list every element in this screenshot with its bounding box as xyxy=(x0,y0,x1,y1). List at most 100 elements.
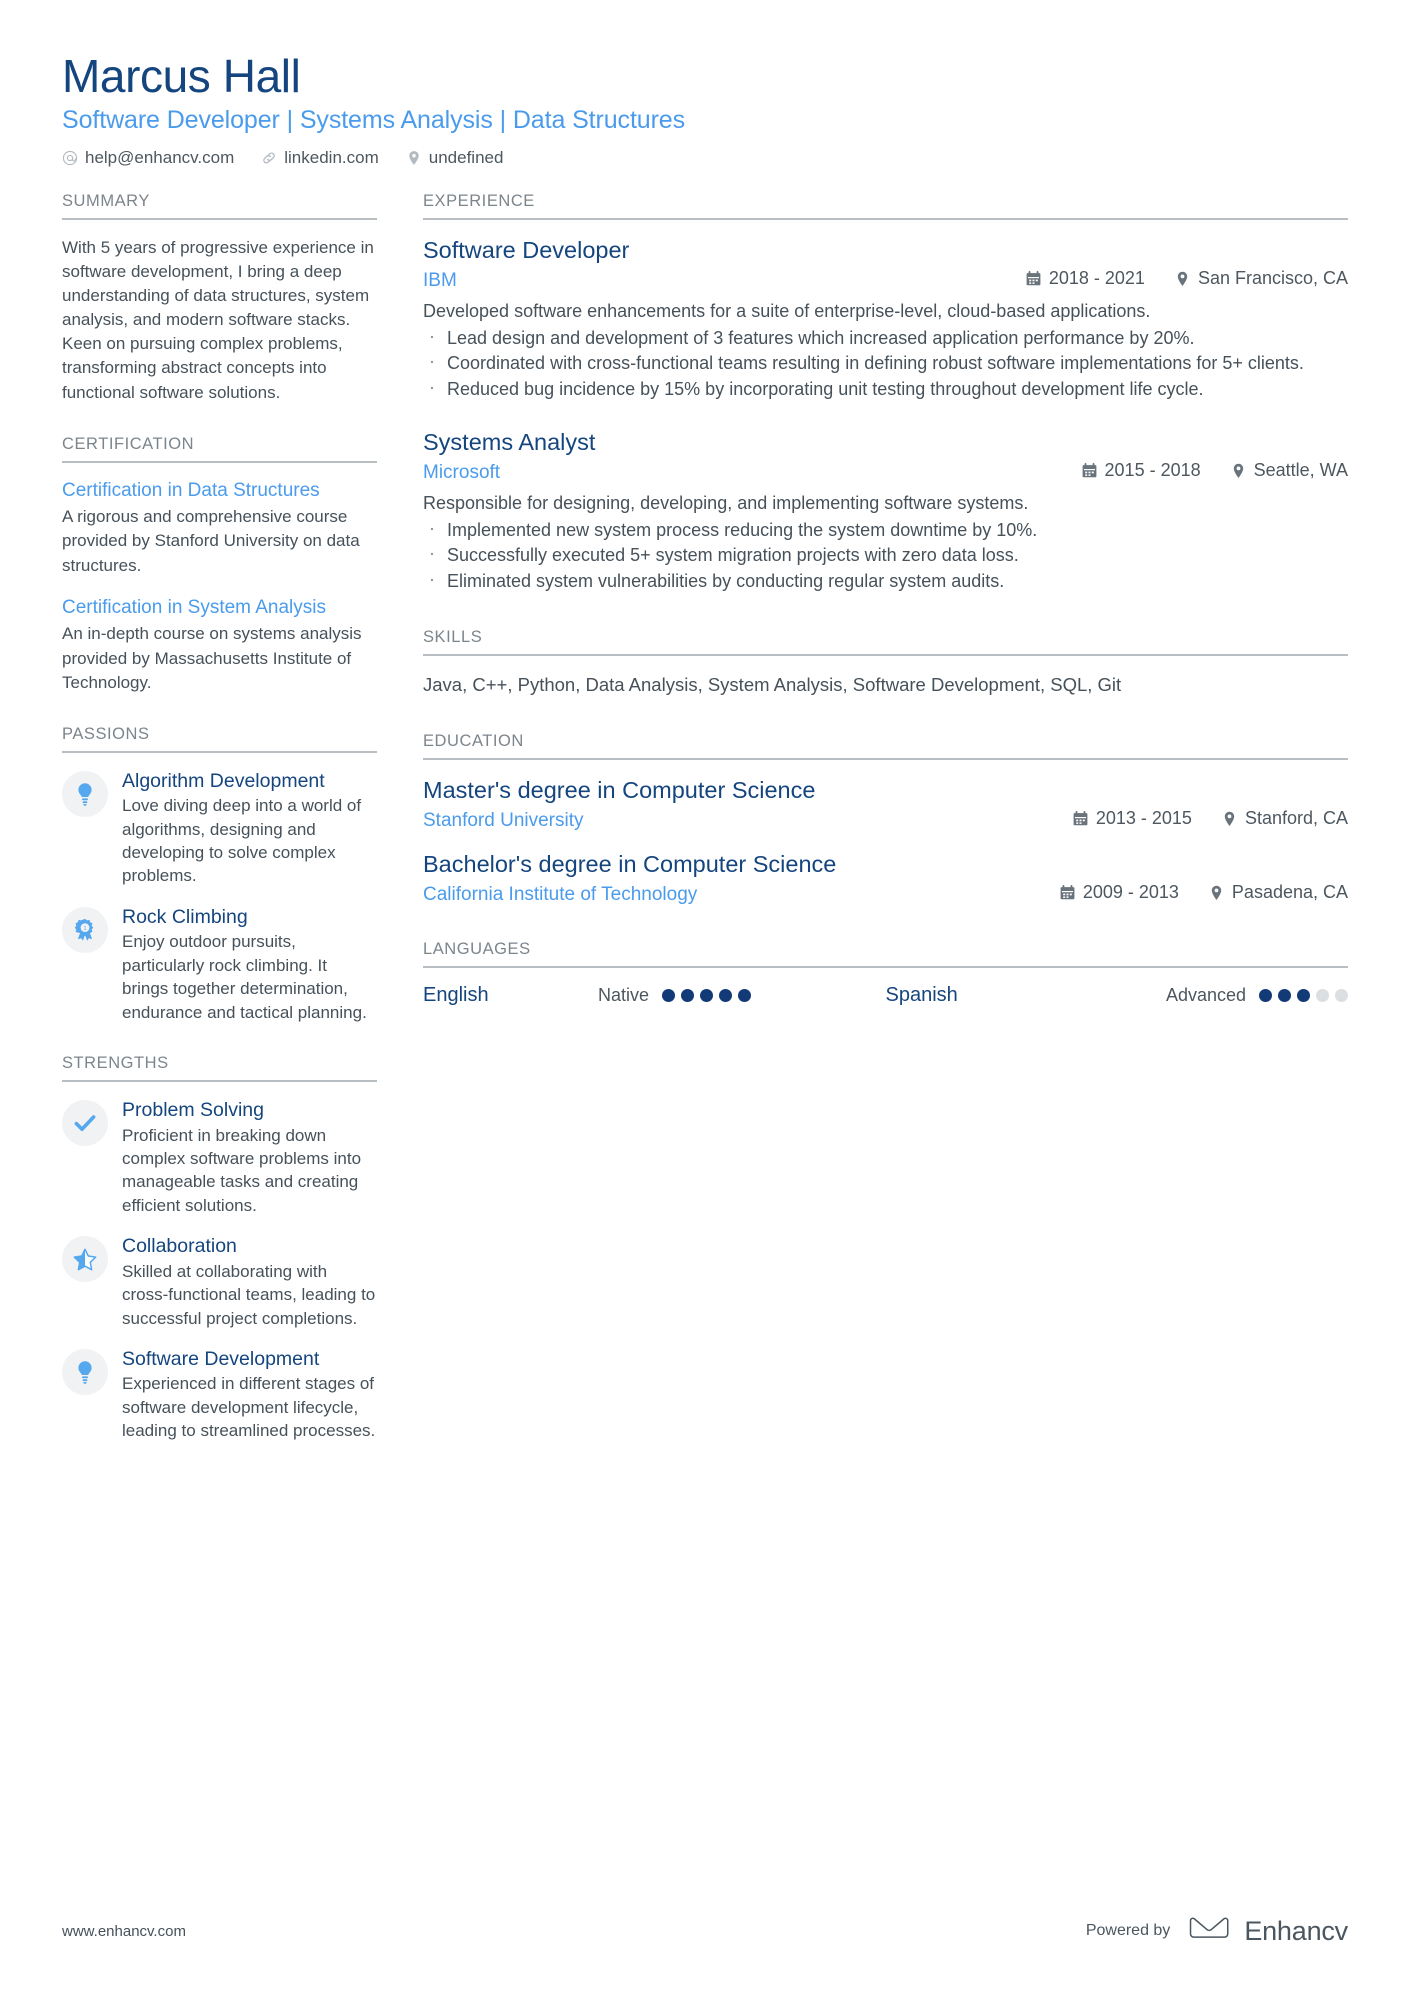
experience-role: Systems Analyst xyxy=(423,428,596,455)
check-icon xyxy=(62,1100,108,1147)
education-location: Pasadena, CA xyxy=(1209,882,1348,903)
skills-text: Java, C++, Python, Data Analysis, System… xyxy=(423,673,1122,695)
location-pin-icon xyxy=(406,150,422,166)
page-footer: www.enhancv.com Powered by Enhancv xyxy=(62,1915,1348,1947)
location-pin-icon xyxy=(1222,811,1237,827)
passion-text: Love diving deep into a world of algorit… xyxy=(122,796,362,886)
footer-url[interactable]: www.enhancv.com xyxy=(62,1923,186,1940)
certification-title[interactable]: Certification in Data Structures xyxy=(62,479,377,504)
certification-text: A rigorous and comprehensive course prov… xyxy=(62,507,360,575)
education-location: Stanford, CA xyxy=(1222,808,1348,829)
experience-bullets: Lead design and development of 3 feature… xyxy=(423,324,1348,402)
rating-dot xyxy=(662,989,676,1003)
certification-item: Certification in System Analysis An in-d… xyxy=(62,596,377,695)
section-title-summary: SUMMARY xyxy=(62,192,377,220)
calendar-icon xyxy=(1060,885,1075,901)
strength-text: Experienced in different stages of softw… xyxy=(122,1374,376,1441)
contact-email[interactable]: help@enhancv.com xyxy=(62,148,234,168)
contact-location[interactable]: undefined xyxy=(406,147,504,168)
enhancv-brand-name: Enhancv xyxy=(1244,1915,1348,1946)
section-title-education: EDUCATION xyxy=(423,732,1348,760)
section-title-languages: LANGUAGES xyxy=(423,940,1348,969)
experience-description: Developed software enhancements for a su… xyxy=(423,301,1151,322)
experience-company[interactable]: Microsoft xyxy=(423,462,500,484)
education-location-text: Pasadena, CA xyxy=(1231,882,1348,903)
education-meta: Stanford University 2013 - 2015 Stanford… xyxy=(423,808,1348,832)
education-dates: 2009 - 2013 xyxy=(1060,882,1179,903)
certification-title[interactable]: Certification in System Analysis xyxy=(62,596,377,621)
bullet-item: Coordinated with cross-functional teams … xyxy=(423,349,1348,376)
contact-linkedin[interactable]: linkedin.com xyxy=(261,148,379,168)
resume-page: Marcus Hall Software Developer | Systems… xyxy=(0,0,1410,1995)
section-title-experience: EXPERIENCE xyxy=(423,192,1348,220)
section-languages: LANGUAGES English Native Spanish Advance… xyxy=(423,940,1348,1007)
section-skills: SKILLS Java, C++, Python, Data Analysis,… xyxy=(423,628,1348,698)
section-experience: EXPERIENCE Software Developer IBM 2018 -… xyxy=(423,192,1348,594)
passion-item: 1 Rock Climbing Enjoy outdoor pursuits, … xyxy=(62,905,377,1024)
language-level: Native xyxy=(598,985,650,1006)
experience-meta: Microsoft 2015 - 2018 Seattle, WA xyxy=(423,460,1348,484)
strength-title: Software Development xyxy=(122,1348,320,1371)
education-school[interactable]: Stanford University xyxy=(423,810,584,832)
education-dates-text: 2009 - 2013 xyxy=(1082,882,1179,903)
rating-dot xyxy=(1316,989,1329,1003)
section-title-strengths: STRENGTHS xyxy=(62,1054,377,1083)
rating-dot xyxy=(1335,989,1348,1003)
experience-location: San Francisco, CA xyxy=(1175,268,1348,289)
location-pin-icon xyxy=(1231,463,1246,479)
resume-columns: SUMMARY With 5 years of progressive expe… xyxy=(62,192,1348,1473)
certification-item: Certification in Data Structures A rigor… xyxy=(62,479,377,578)
rating-dot xyxy=(1278,989,1291,1003)
passion-title: Rock Climbing xyxy=(122,905,248,928)
education-entry: Bachelor's degree in Computer Science Ca… xyxy=(423,850,1348,906)
enhancv-mark-icon xyxy=(1187,1915,1233,1947)
headline: Software Developer | Systems Analysis | … xyxy=(62,105,686,134)
powered-by-label: Powered by xyxy=(1085,1922,1171,1939)
rating-dot xyxy=(681,989,695,1003)
language-name: English xyxy=(423,984,489,1007)
section-certification: CERTIFICATION Certification in Data Stru… xyxy=(62,435,377,695)
language-item: English Native xyxy=(423,984,886,1007)
link-icon xyxy=(261,150,277,166)
education-entry: Master's degree in Computer Science Stan… xyxy=(423,776,1348,832)
strength-item: Problem Solving Proficient in breaking d… xyxy=(62,1098,377,1217)
powered-by: Powered by Enhancv xyxy=(1086,1915,1348,1947)
bullet-item: Implemented new system process reducing … xyxy=(423,516,1348,543)
sidebar: SUMMARY With 5 years of progressive expe… xyxy=(62,192,377,1473)
experience-dates: 2015 - 2018 xyxy=(1082,460,1201,481)
passion-item: Algorithm Development Love diving deep i… xyxy=(62,769,377,888)
certification-text: An in-depth course on systems analysis p… xyxy=(62,624,362,692)
lightbulb-icon xyxy=(62,1349,108,1396)
experience-company[interactable]: IBM xyxy=(423,270,457,292)
education-school[interactable]: California Institute of Technology xyxy=(423,884,697,906)
education-meta: California Institute of Technology 2009 … xyxy=(423,882,1348,906)
language-rating xyxy=(662,989,752,1003)
experience-bullets: Implemented new system process reducing … xyxy=(423,516,1348,594)
rating-dot xyxy=(1297,989,1310,1003)
education-location-text: Stanford, CA xyxy=(1244,808,1348,829)
experience-entry: Software Developer IBM 2018 - 2021 San F… xyxy=(423,236,1348,402)
lightbulb-icon xyxy=(62,770,108,817)
half-star-icon xyxy=(62,1236,108,1283)
contact-location-text: undefined xyxy=(428,147,504,167)
location-pin-icon xyxy=(1175,271,1190,287)
language-level: Advanced xyxy=(1165,985,1246,1006)
education-dates: 2013 - 2015 xyxy=(1073,808,1192,829)
contact-list: help@enhancv.com linkedin.com undefined xyxy=(62,148,1348,168)
summary-text: With 5 years of progressive experience i… xyxy=(62,237,374,402)
bullet-item: Eliminated system vulnerabilities by con… xyxy=(423,567,1348,594)
award-ribbon-icon: 1 xyxy=(62,906,108,953)
bullet-item: Lead design and development of 3 feature… xyxy=(423,324,1348,351)
language-list: English Native Spanish Advanced xyxy=(423,984,1348,1007)
education-degree: Master's degree in Computer Science xyxy=(423,776,816,803)
experience-dates-text: 2018 - 2021 xyxy=(1048,268,1145,289)
section-title-passions: PASSIONS xyxy=(62,725,377,753)
experience-description: Responsible for designing, developing, a… xyxy=(423,493,1029,514)
passion-title: Algorithm Development xyxy=(122,769,325,792)
experience-entry: Systems Analyst Microsoft 2015 - 2018 Se… xyxy=(423,428,1348,594)
svg-text:1: 1 xyxy=(84,926,87,932)
calendar-icon xyxy=(1073,811,1088,827)
section-education: EDUCATION Master's degree in Computer Sc… xyxy=(423,732,1348,907)
strength-title: Problem Solving xyxy=(122,1099,264,1122)
section-strengths: STRENGTHS Problem Solving Proficient in … xyxy=(62,1054,377,1443)
